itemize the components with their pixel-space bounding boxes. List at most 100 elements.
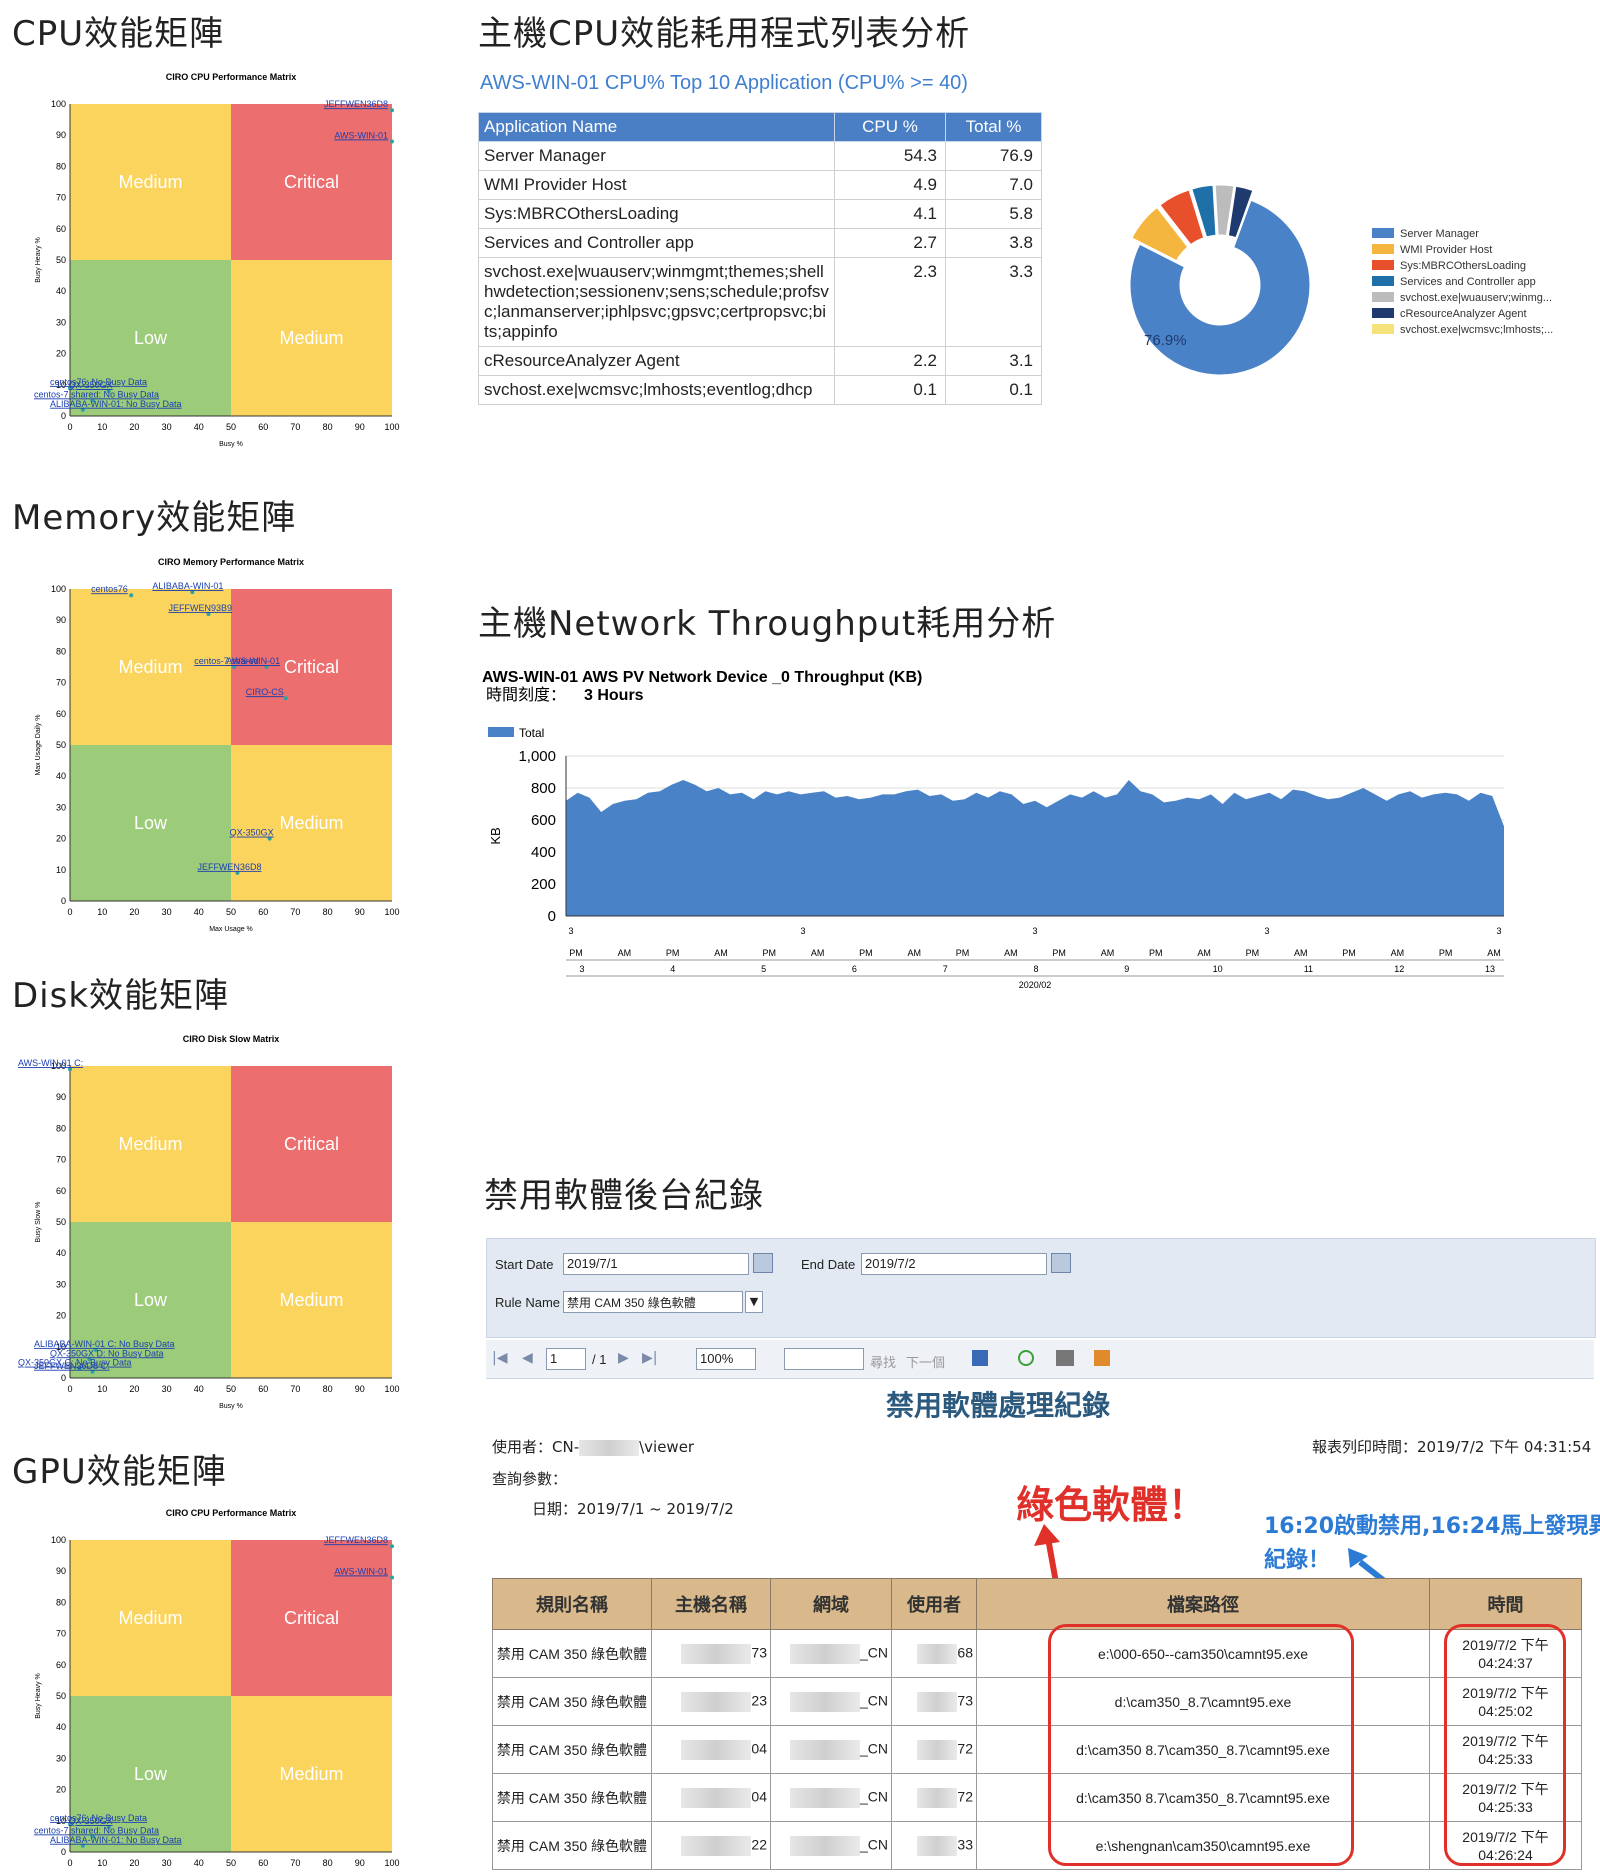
domain-suffix: _CN [859,1836,888,1853]
point-label: ALIBABA-WIN-01: No Busy Data [50,1835,182,1845]
y-tick-label: 50 [56,740,66,750]
table-row[interactable]: 禁用 CAM 350 綠色軟體 73 _CN 68 e:\000-650--cam350… [492,1629,1582,1678]
day-label: 6 [852,964,857,974]
y-tick-label: 70 [56,678,66,688]
y-tick-label: 40 [56,286,66,296]
col-user[interactable]: 使用者 [891,1578,977,1630]
cpu-matrix-chart: CIRO CPU Performance Matrix Medium Critica… [34,72,400,448]
point-label: JEFFWEN36D8 C: [34,1361,110,1371]
y-tick-label: 30 [56,1279,66,1289]
app-row[interactable]: cResourceAnalyzer Agent 2.2 3.1 [478,346,1042,376]
quadrant-label: Low [134,328,168,348]
save-icon[interactable] [972,1350,988,1366]
matrix-title: CIRO Memory Performance Matrix [158,557,304,567]
quadrant-label: Critical [284,657,339,677]
app-row[interactable]: svchost.exe|wuauserv;winmgmt;themes;shel… [478,257,1042,347]
print-icon[interactable] [1056,1350,1074,1366]
next-page-icon[interactable]: ▶ [618,1350,629,1366]
app-name: svchost.exe|wcmsvc;lmhosts;eventlog;dhcp [478,375,835,405]
app-row[interactable]: Server Manager 54.3 76.9 [478,141,1042,171]
y-tick-label: 0 [548,908,556,925]
y-tick-label: 30 [56,802,66,812]
end-date-calendar-icon[interactable] [1051,1253,1071,1273]
redacted-text [789,1739,860,1760]
col-total-percent[interactable]: Total % [945,112,1042,142]
report-filter-panel: Start Date 2019/7/1 End Date 2019/7/2 Ru… [486,1238,1596,1338]
y-tick-label: 20 [56,349,66,359]
end-date-input[interactable]: 2019/7/2 [861,1253,1047,1275]
y-tick-label: 20 [56,1311,66,1321]
ampm-label: AM [811,948,825,958]
app-cpu: 4.1 [834,199,946,229]
app-row[interactable]: Sys:MBRCOthersLoading 4.1 5.8 [478,199,1042,229]
page-number-input[interactable]: 1 [546,1348,586,1370]
x-tick-label: 50 [226,1858,236,1868]
col-application-name[interactable]: Application Name [478,112,835,142]
y-tick-label: 70 [56,1155,66,1165]
x-tick-label: 50 [226,907,236,917]
first-page-icon[interactable]: |◀ [492,1350,507,1366]
app-name: Server Manager [478,141,835,171]
x-tick-label: 0 [67,907,72,917]
ampm-label: AM [1101,948,1115,958]
y-tick-label: 90 [56,1566,66,1576]
col-file-path[interactable]: 檔案路徑 [976,1578,1430,1630]
col-rule-name[interactable]: 規則名稱 [492,1578,652,1630]
point-label: AWS-WIN-01 [334,1566,388,1576]
x-tick-label: 100 [384,907,399,917]
find-input[interactable] [784,1348,864,1370]
prev-page-icon[interactable]: ◀ [522,1350,533,1366]
point-label: centos76 [91,584,128,594]
gpu-matrix-chart: CIRO CPU Performance Matrix Medium Critica… [34,1508,400,1868]
col-host-name[interactable]: 主機名稱 [651,1578,771,1630]
col-cpu-percent[interactable]: CPU % [834,112,946,142]
app-name: cResourceAnalyzer Agent [478,346,835,376]
ampm-label: AM [1391,948,1405,958]
y-tick-label: 10 [56,865,66,875]
zoom-select[interactable]: 100% [696,1348,756,1370]
app-row[interactable]: Services and Controller app 2.7 3.8 [478,228,1042,258]
domain-cell: _CN [770,1821,892,1870]
ampm-label: PM [569,948,583,958]
export-icon[interactable] [1094,1350,1110,1366]
app-row[interactable]: svchost.exe|wcmsvc;lmhosts;eventlog;dhcp… [478,375,1042,405]
report-user-prefix: 使用者：CN- [492,1438,580,1456]
start-date-input[interactable]: 2019/7/1 [563,1253,749,1275]
ampm-label: PM [1246,948,1260,958]
user-suffix: 68 [957,1644,973,1661]
rule-name-select[interactable]: 禁用 CAM 350 綠色軟體 [563,1291,743,1313]
app-name: WMI Provider Host [478,170,835,200]
host-suffix: 73 [751,1644,767,1661]
redacted-text [917,1643,958,1664]
start-date-calendar-icon[interactable] [753,1253,773,1273]
ampm-label: PM [666,948,680,958]
find-link[interactable]: 尋找 [870,1352,896,1371]
data-point [390,108,394,113]
quadrant-label: Medium [118,1134,182,1154]
table-row[interactable]: 禁用 CAM 350 綠色軟體 04 _CN 72 d:\cam350 8.7\cam3… [492,1773,1582,1822]
table-row[interactable]: 禁用 CAM 350 綠色軟體 04 _CN 72 d:\cam350 8.7\cam3… [492,1725,1582,1774]
refresh-icon[interactable] [1018,1350,1034,1366]
start-date-label: Start Date [495,1257,554,1272]
x-tick-label: 100 [384,1384,399,1394]
x-tick-label: 60 [258,907,268,917]
table-row[interactable]: 禁用 CAM 350 綠色軟體 22 _CN 33 e:\shengnan\cam350… [492,1821,1582,1870]
find-next-link[interactable]: 下一個 [906,1352,945,1371]
network-chart-subtitle-value: 3 Hours [584,687,644,704]
point-label: JEFFWEN36D8 [197,862,261,872]
quadrant-label: Critical [284,172,339,192]
x-tick-label: 10 [97,422,107,432]
y-tick-label: 100 [51,584,66,594]
col-time[interactable]: 時間 [1429,1578,1582,1630]
app-row[interactable]: WMI Provider Host 4.9 7.0 [478,170,1042,200]
disk-matrix-chart: CIRO Disk Slow Matrix Medium Critical Low Me… [18,1034,400,1410]
quadrant-label: Medium [118,657,182,677]
y-tick-label: 30 [56,1753,66,1763]
col-domain[interactable]: 網域 [770,1578,892,1630]
network-throughput-chart: AWS-WIN-01 AWS PV Network Device _0 Thro… [482,669,1504,990]
last-page-icon[interactable]: ▶| [642,1350,657,1366]
chevron-down-icon[interactable]: ▼ [745,1291,763,1313]
table-row[interactable]: 禁用 CAM 350 綠色軟體 23 _CN 73 d:\cam350_8.7\camn… [492,1677,1582,1726]
y-tick-label: 0 [61,1847,66,1857]
x-tick-label: 30 [162,1858,172,1868]
